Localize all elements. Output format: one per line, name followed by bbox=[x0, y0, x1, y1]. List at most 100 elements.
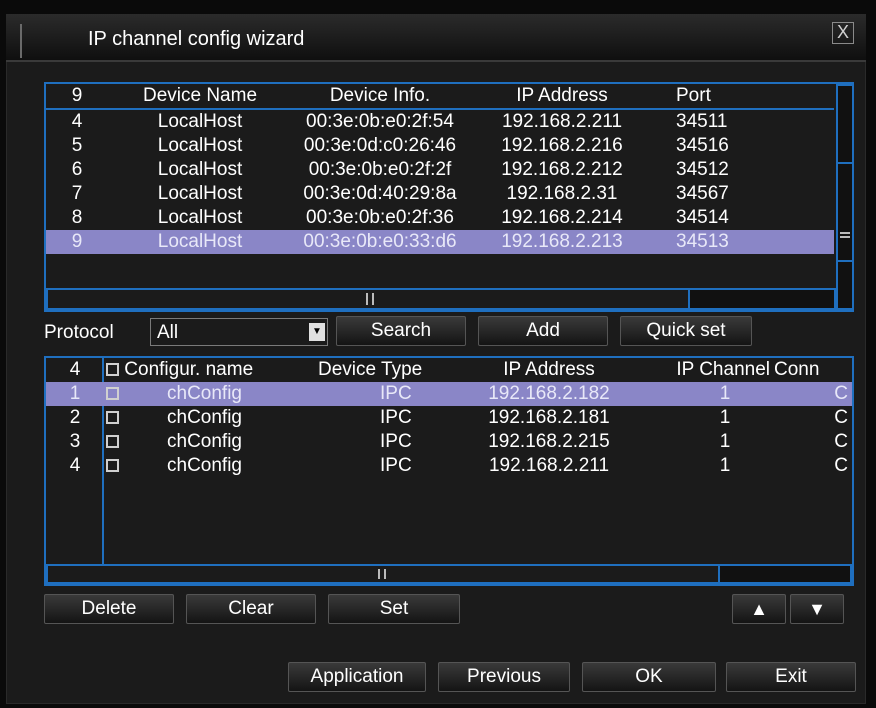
device-table-vscroll[interactable] bbox=[836, 84, 854, 310]
device-row-info: 00:3e:0b:e0:2f:36 bbox=[306, 207, 454, 228]
search-button[interactable]: Search bbox=[336, 316, 466, 346]
device-count-header: 9 bbox=[71, 85, 83, 106]
config-row-ip: 192.168.2.181 bbox=[488, 407, 610, 428]
device-row-number: 8 bbox=[71, 207, 83, 228]
device-row-number: 4 bbox=[71, 111, 83, 132]
config-row-conn: C bbox=[834, 383, 848, 404]
ok-button[interactable]: OK bbox=[582, 662, 716, 692]
config-row-channel: 1 bbox=[719, 455, 731, 476]
config-count-header: 4 bbox=[69, 359, 81, 380]
device-row[interactable]: 5 LocalHost 00:3e:0d:c0:26:46 192.168.2.216… bbox=[46, 134, 834, 158]
device-row-info: 00:3e:0d:40:29:8a bbox=[303, 183, 457, 204]
config-name-header[interactable]: Configur. name bbox=[104, 358, 318, 382]
close-button[interactable]: X bbox=[832, 22, 854, 44]
config-row-name-cell: chConfig bbox=[104, 382, 318, 406]
config-row-channel: 1 bbox=[719, 407, 731, 428]
device-table: 9 Device Name Device Info. IP Address Po… bbox=[46, 84, 834, 254]
clear-button[interactable]: Clear bbox=[186, 594, 316, 624]
chevron-down-icon[interactable]: ▼ bbox=[309, 323, 325, 341]
config-row[interactable]: 2 chConfig IPC 192.168.2.181 1 C bbox=[46, 406, 852, 430]
config-row-conn: C bbox=[834, 431, 848, 452]
connection-header[interactable]: Conn bbox=[770, 358, 852, 382]
device-row-ip: 192.168.2.216 bbox=[501, 135, 623, 156]
config-ip-header[interactable]: IP Address bbox=[458, 358, 640, 382]
config-row-name: chConfig bbox=[167, 455, 242, 476]
config-row-type: IPC bbox=[380, 431, 412, 452]
ip-address-header[interactable]: IP Address bbox=[468, 84, 656, 109]
config-table: 4 Configur. name Device Type IP Address … bbox=[46, 358, 852, 478]
move-down-button[interactable]: ▼ bbox=[790, 594, 844, 624]
device-row-info: 00:3e:0d:c0:26:46 bbox=[303, 135, 457, 156]
device-row-port: 34514 bbox=[676, 207, 729, 228]
config-row-conn: C bbox=[834, 455, 848, 476]
move-up-button[interactable]: ▲ bbox=[732, 594, 786, 624]
exit-button[interactable]: Exit bbox=[726, 662, 856, 692]
title-divider bbox=[20, 24, 22, 58]
row-checkbox[interactable] bbox=[106, 387, 119, 401]
device-table-panel: 9 Device Name Device Info. IP Address Po… bbox=[44, 82, 854, 312]
device-table-hscroll[interactable] bbox=[46, 288, 836, 310]
device-row-name: LocalHost bbox=[157, 111, 243, 132]
set-button[interactable]: Set bbox=[328, 594, 460, 624]
config-row[interactable]: 1 chConfig IPC 192.168.2.182 1 C bbox=[46, 382, 852, 406]
config-row-name: chConfig bbox=[167, 383, 242, 404]
device-row-ip: 192.168.2.211 bbox=[501, 111, 623, 132]
delete-button[interactable]: Delete bbox=[44, 594, 174, 624]
device-type-header[interactable]: Device Type bbox=[318, 358, 458, 382]
config-row-name-cell: chConfig bbox=[104, 454, 318, 478]
device-row[interactable]: 8 LocalHost 00:3e:0b:e0:2f:36 192.168.2.214… bbox=[46, 206, 834, 230]
protocol-select-value: All bbox=[157, 322, 179, 343]
config-row-conn: C bbox=[834, 407, 848, 428]
config-row-number: 3 bbox=[69, 431, 81, 452]
config-row-number: 4 bbox=[69, 455, 81, 476]
row-checkbox[interactable] bbox=[106, 435, 119, 449]
config-table-hscroll[interactable] bbox=[46, 564, 852, 584]
ip-channel-header[interactable]: IP Channel bbox=[640, 358, 770, 382]
row-checkbox[interactable] bbox=[106, 459, 119, 473]
select-all-checkbox[interactable] bbox=[106, 363, 119, 377]
window-title: IP channel config wizard bbox=[88, 28, 305, 50]
config-row-name: chConfig bbox=[167, 407, 242, 428]
device-row[interactable]: 4 LocalHost 00:3e:0b:e0:2f:54 192.168.2.211… bbox=[46, 109, 834, 134]
device-row-ip: 192.168.2.31 bbox=[506, 183, 618, 204]
config-row-channel: 1 bbox=[719, 383, 731, 404]
device-row-ip: 192.168.2.213 bbox=[501, 231, 623, 252]
config-row[interactable]: 4 chConfig IPC 192.168.2.211 1 C bbox=[46, 454, 852, 478]
config-row-type: IPC bbox=[380, 407, 412, 428]
device-info-header[interactable]: Device Info. bbox=[292, 84, 468, 109]
device-row-name: LocalHost bbox=[157, 159, 243, 180]
device-name-header[interactable]: Device Name bbox=[108, 84, 292, 109]
device-row-name: LocalHost bbox=[157, 231, 243, 252]
config-hscroll-grip-icon bbox=[378, 569, 386, 579]
protocol-select[interactable]: All ▼ bbox=[150, 318, 328, 346]
row-checkbox[interactable] bbox=[106, 411, 119, 425]
device-row[interactable]: 7 LocalHost 00:3e:0d:40:29:8a 192.168.2.31 3… bbox=[46, 182, 834, 206]
config-row-channel: 1 bbox=[719, 431, 731, 452]
config-row-name: chConfig bbox=[167, 431, 242, 452]
device-row-number: 9 bbox=[71, 231, 83, 252]
application-button[interactable]: Application bbox=[288, 662, 426, 692]
device-row-number: 7 bbox=[71, 183, 83, 204]
device-row-info: 00:3e:0b:e0:2f:54 bbox=[306, 111, 454, 132]
previous-button[interactable]: Previous bbox=[438, 662, 570, 692]
config-row-type: IPC bbox=[380, 383, 412, 404]
config-table-header: 4 Configur. name Device Type IP Address … bbox=[46, 358, 852, 382]
add-button[interactable]: Add bbox=[478, 316, 608, 346]
device-row-port: 34567 bbox=[676, 183, 729, 204]
quick-set-button[interactable]: Quick set bbox=[620, 316, 752, 346]
config-table-panel: 4 Configur. name Device Type IP Address … bbox=[44, 356, 854, 586]
device-row-info: 00:3e:0b:e0:33:d6 bbox=[303, 231, 457, 252]
arrow-down-icon: ▼ bbox=[808, 599, 826, 619]
config-row[interactable]: 3 chConfig IPC 192.168.2.215 1 C bbox=[46, 430, 852, 454]
device-row-port: 34511 bbox=[676, 111, 728, 132]
device-row[interactable]: 6 LocalHost 00:3e:0b:e0:2f:2f 192.168.2.212… bbox=[46, 158, 834, 182]
device-row-name: LocalHost bbox=[157, 183, 243, 204]
device-row[interactable]: 9 LocalHost 00:3e:0b:e0:33:d6 192.168.2.213… bbox=[46, 230, 834, 254]
vscroll-thumb[interactable] bbox=[838, 162, 852, 262]
device-row-info: 00:3e:0b:e0:2f:2f bbox=[308, 159, 452, 180]
device-row-port: 34512 bbox=[676, 159, 729, 180]
port-header[interactable]: Port bbox=[656, 84, 834, 109]
config-name-header-label: Configur. name bbox=[124, 359, 254, 380]
config-row-number: 2 bbox=[69, 407, 81, 428]
config-row-ip: 192.168.2.211 bbox=[488, 455, 610, 476]
